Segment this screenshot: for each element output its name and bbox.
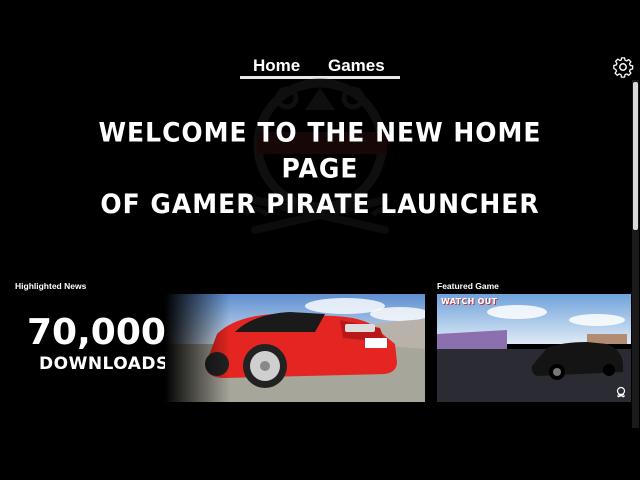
- hero-line-1: Welcome to the new home page: [98, 117, 542, 184]
- hero-welcome-text: Welcome to the new home page of Gamer Pi…: [60, 115, 580, 222]
- red-car-image: [165, 294, 425, 402]
- hero-line-2: of Gamer Pirate Launcher: [100, 188, 540, 220]
- download-count: 70,000: [27, 312, 166, 353]
- highlighted-news-banner[interactable]: 70,000 DOWNLOADS: [15, 294, 425, 402]
- featured-game-card[interactable]: WATCH OUT: [437, 294, 631, 402]
- featured-game-label: Featured Game: [437, 281, 499, 291]
- highlighted-news-label: Highlighted News: [15, 281, 87, 291]
- skull-icon: [616, 386, 626, 398]
- gear-icon: [613, 57, 634, 78]
- scrollbar-thumb[interactable]: [633, 82, 638, 230]
- black-car-image: [437, 294, 631, 402]
- download-count-label: DOWNLOADS: [39, 354, 169, 374]
- settings-button[interactable]: [612, 56, 634, 78]
- featured-game-title: WATCH OUT: [441, 297, 498, 306]
